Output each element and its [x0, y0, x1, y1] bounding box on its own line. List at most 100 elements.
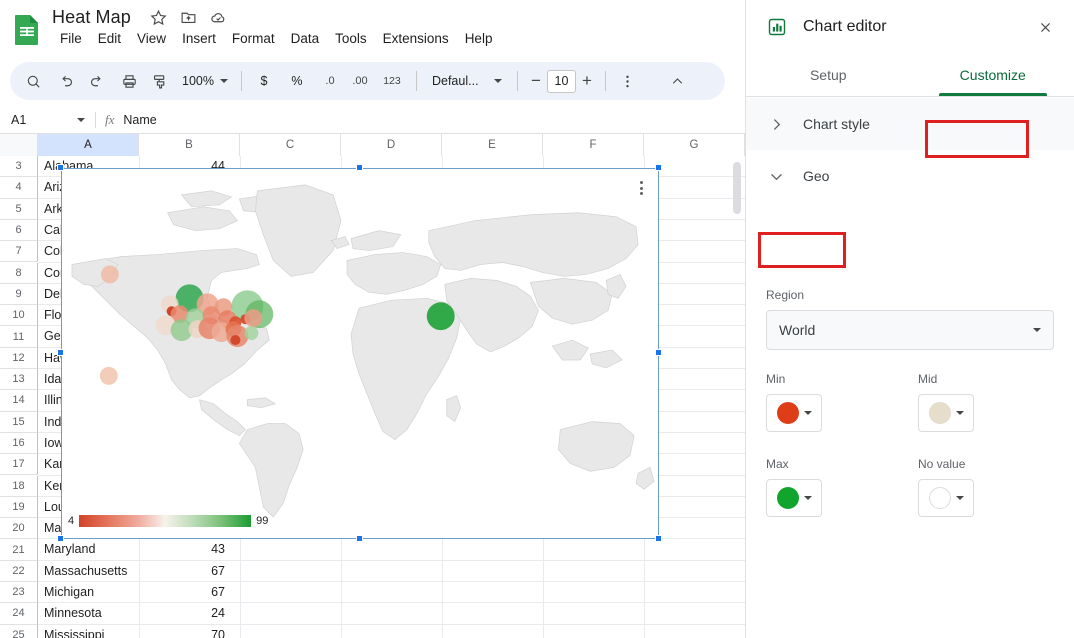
row-header[interactable]: 17 — [0, 454, 38, 476]
paint-format-icon[interactable] — [144, 66, 174, 96]
row-header[interactable]: 24 — [0, 603, 38, 625]
section-chart-style[interactable]: Chart style — [746, 98, 1074, 150]
chart-resize-handle-ne[interactable] — [655, 164, 662, 171]
column-header-f[interactable]: F — [543, 134, 644, 156]
row-header[interactable]: 5 — [0, 198, 38, 220]
cell-b[interactable]: 43 — [139, 539, 231, 560]
menu-file[interactable]: File — [52, 29, 90, 48]
row-header[interactable]: 16 — [0, 432, 38, 455]
min-color-picker[interactable] — [766, 394, 822, 432]
chart-overflow-menu-icon[interactable] — [633, 178, 649, 198]
geo-chart-object[interactable]: 4 99 — [61, 168, 659, 539]
document-title[interactable]: Heat Map — [52, 4, 131, 30]
menu-insert[interactable]: Insert — [174, 29, 224, 48]
decrease-font-size-button[interactable]: − — [525, 71, 547, 91]
region-select[interactable]: World — [766, 310, 1054, 350]
row-header[interactable]: 7 — [0, 241, 38, 263]
cell-a[interactable]: Minnesota — [44, 603, 102, 624]
row-header[interactable]: 23 — [0, 582, 38, 604]
select-all-corner[interactable] — [0, 134, 38, 156]
more-formats-button[interactable]: 123 — [375, 66, 409, 96]
chart-resize-handle-w[interactable] — [57, 349, 64, 356]
increase-font-size-button[interactable]: + — [576, 71, 598, 91]
row-header[interactable]: 22 — [0, 560, 38, 582]
cell-b[interactable]: 67 — [139, 561, 231, 582]
section-geo[interactable]: Geo — [746, 150, 1074, 202]
chart-resize-handle-s[interactable] — [356, 535, 363, 542]
cell-b[interactable]: 67 — [139, 582, 231, 603]
row-header[interactable]: 20 — [0, 518, 38, 540]
row-header[interactable]: 18 — [0, 475, 38, 497]
column-header-d[interactable]: D — [341, 134, 442, 156]
chevron-down-icon — [771, 173, 782, 180]
row-header[interactable]: 12 — [0, 347, 38, 369]
chart-resize-handle-n[interactable] — [356, 164, 363, 171]
tab-customize[interactable]: Customize — [911, 53, 1074, 96]
undo-icon[interactable] — [51, 66, 81, 96]
move-to-folder-icon[interactable] — [178, 7, 198, 27]
row-header[interactable]: 4 — [0, 177, 38, 199]
cell-b[interactable]: 70 — [139, 625, 231, 638]
chart-resize-handle-sw[interactable] — [57, 535, 64, 542]
zoom-control[interactable]: 100% — [176, 70, 234, 92]
column-header-e[interactable]: E — [442, 134, 543, 156]
search-icon[interactable] — [18, 66, 48, 96]
cell-a[interactable]: Maryland — [44, 539, 95, 560]
novalue-color-picker[interactable] — [918, 479, 974, 517]
vertical-scrollbar[interactable] — [733, 162, 741, 214]
chart-resize-handle-e[interactable] — [655, 349, 662, 356]
formula-input[interactable]: Name — [123, 113, 156, 127]
row-header[interactable]: 10 — [0, 305, 38, 327]
menu-extensions[interactable]: Extensions — [375, 29, 457, 48]
row-header[interactable]: 25 — [0, 624, 38, 638]
menu-data[interactable]: Data — [283, 29, 328, 48]
row-header[interactable]: 19 — [0, 496, 38, 519]
row-header[interactable]: 11 — [0, 326, 38, 348]
menu-edit[interactable]: Edit — [90, 29, 129, 48]
max-color-picker[interactable] — [766, 479, 822, 517]
font-family-select[interactable]: Defaul... — [424, 70, 510, 92]
cell-a[interactable]: Mississippi — [44, 625, 104, 638]
row-header[interactable]: 8 — [0, 262, 38, 284]
chart-resize-handle-nw[interactable] — [57, 164, 64, 171]
row-header[interactable]: 9 — [0, 283, 38, 306]
chart-resize-handle-se[interactable] — [655, 535, 662, 542]
cell-a[interactable]: Michigan — [44, 582, 94, 603]
collapse-toolbar-icon[interactable] — [663, 66, 693, 96]
menu-view[interactable]: View — [129, 29, 174, 48]
row-header[interactable]: 13 — [0, 369, 38, 391]
redo-icon[interactable] — [81, 66, 111, 96]
percent-format-button[interactable]: % — [282, 66, 312, 96]
name-box[interactable]: A1 — [0, 113, 95, 127]
top-bar: Heat Map File Edit View Insert Format Da… — [0, 0, 745, 56]
mid-color-picker[interactable] — [918, 394, 974, 432]
column-header-c[interactable]: C — [240, 134, 341, 156]
font-size-input[interactable]: 10 — [546, 69, 576, 93]
close-icon[interactable] — [1034, 16, 1056, 38]
cell-b[interactable]: 24 — [139, 603, 231, 624]
star-icon[interactable] — [148, 7, 168, 27]
more-options-icon[interactable] — [613, 66, 643, 96]
menu-help[interactable]: Help — [457, 29, 501, 48]
tab-setup[interactable]: Setup — [746, 53, 911, 96]
print-icon[interactable] — [114, 66, 144, 96]
currency-format-button[interactable]: $ — [249, 66, 279, 96]
row-header[interactable]: 6 — [0, 219, 38, 242]
column-header-a[interactable]: A — [38, 134, 139, 156]
increase-decimal-button[interactable]: .00 — [345, 66, 375, 96]
font-family-value: Defaul... — [431, 74, 479, 88]
row-header[interactable]: 3 — [0, 156, 38, 178]
menu-tools[interactable]: Tools — [327, 29, 375, 48]
column-header-b[interactable]: B — [139, 134, 240, 156]
cell-a[interactable]: Massachusetts — [44, 561, 127, 582]
decrease-decimal-button[interactable]: .0 — [315, 66, 345, 96]
row-header[interactable]: 14 — [0, 390, 38, 412]
row-header[interactable]: 15 — [0, 411, 38, 433]
chevron-down-icon — [803, 411, 812, 415]
cloud-saved-icon[interactable] — [208, 7, 228, 27]
chart-editor-panel: Chart editor Setup Customize Chart style… — [745, 0, 1074, 638]
chevron-down-icon[interactable] — [77, 117, 85, 122]
row-header[interactable]: 21 — [0, 539, 38, 561]
menu-format[interactable]: Format — [224, 29, 283, 48]
column-header-g[interactable]: G — [644, 134, 745, 156]
